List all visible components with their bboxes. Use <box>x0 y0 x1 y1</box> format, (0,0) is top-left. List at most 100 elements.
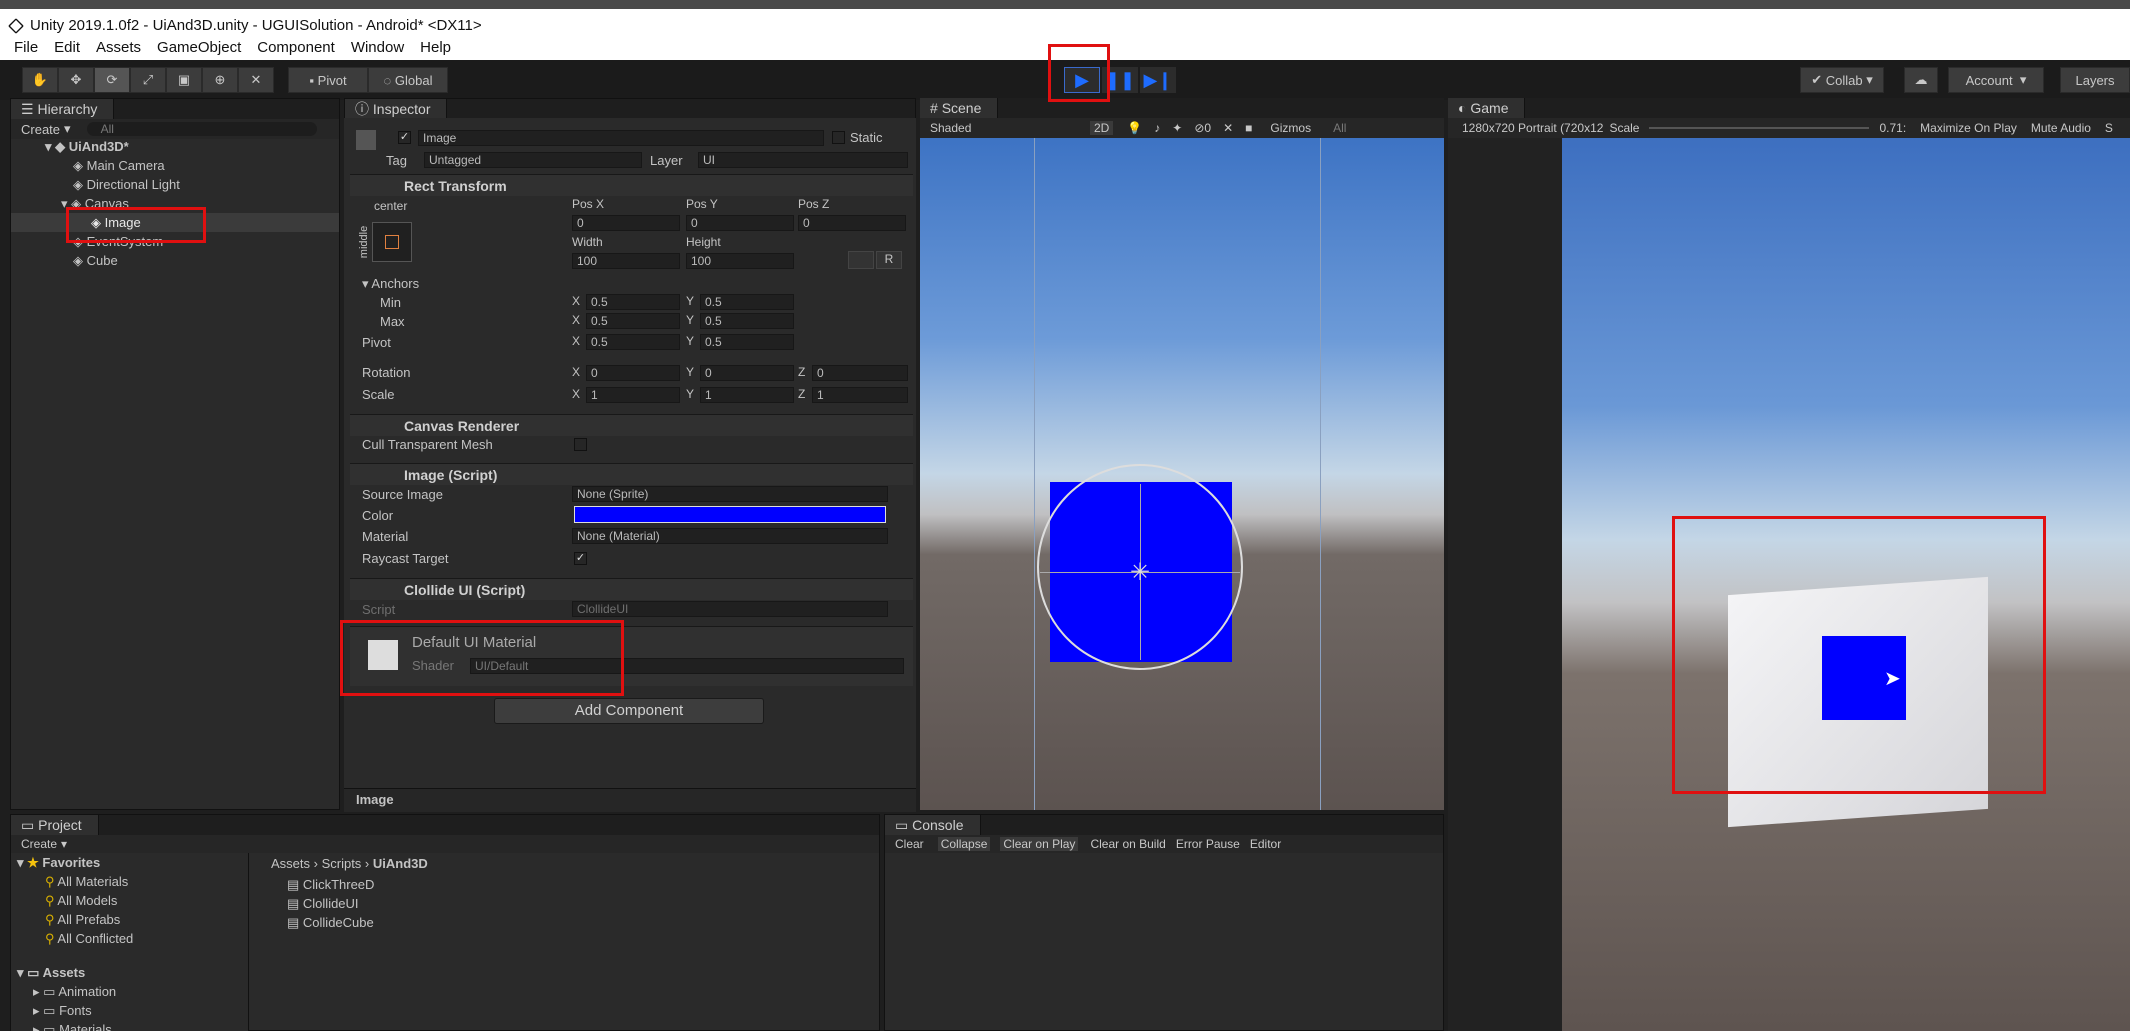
hand-tool-icon[interactable]: ✋ <box>22 67 58 93</box>
pivot-y-field[interactable]: 0.5 <box>700 334 794 350</box>
color-swatch[interactable] <box>574 506 886 523</box>
object-name-field[interactable]: Image <box>418 130 824 146</box>
breadcrumb-assets[interactable]: Assets <box>271 856 310 871</box>
menu-edit[interactable]: Edit <box>54 39 80 56</box>
posz-field[interactable]: 0 <box>798 215 906 231</box>
layers-dropdown[interactable]: Layers <box>2060 67 2130 93</box>
folder-fonts[interactable]: ▸ ▭ Fonts <box>33 1003 92 1019</box>
posy-field[interactable]: 0 <box>686 215 794 231</box>
camera-icon[interactable]: ■ <box>1245 121 1252 135</box>
file-collidecube[interactable]: ▤ CollideCube <box>287 915 374 931</box>
resolution-dropdown[interactable]: 1280x720 Portrait (720x12 <box>1462 121 1603 135</box>
rotation-z-field[interactable]: 0 <box>812 365 908 381</box>
breadcrumb-scripts[interactable]: Scripts <box>322 856 362 871</box>
rotate-tool-icon[interactable]: ⟳ <box>94 67 130 93</box>
hierarchy-item-main-camera[interactable]: ◈ Main Camera <box>73 158 165 174</box>
collide-script-header[interactable]: Clollide UI (Script) <box>350 578 913 600</box>
scale-y-field[interactable]: 1 <box>700 387 794 403</box>
folder-animation[interactable]: ▸ ▭ Animation <box>33 984 116 1000</box>
menu-component[interactable]: Component <box>257 39 335 56</box>
static-checkbox[interactable] <box>832 131 845 144</box>
hierarchy-item-cube[interactable]: ◈ Cube <box>73 253 118 269</box>
custom-tool-icon[interactable]: ✕ <box>238 67 274 93</box>
shading-mode-dropdown[interactable]: Shaded <box>930 121 1080 135</box>
scene-root-item[interactable]: ▾ ◆ UiAnd3D* <box>45 139 129 155</box>
height-field[interactable]: 100 <box>686 253 794 269</box>
global-toggle[interactable]: ◌ Global <box>368 67 448 93</box>
play-button[interactable]: ▶ <box>1064 67 1100 93</box>
anchor-min-y-field[interactable]: 0.5 <box>700 294 794 310</box>
blueprint-button[interactable] <box>848 251 874 269</box>
folder-materials[interactable]: ▸ ▭ Materials <box>33 1022 112 1031</box>
game-tab[interactable]: ◐ Game <box>1448 98 1526 118</box>
console-clear-button[interactable]: Clear <box>895 837 924 851</box>
console-clear-on-play-button[interactable]: Clear on Play <box>1000 837 1079 851</box>
anchors-foldout[interactable]: ▾ Anchors <box>362 276 419 292</box>
hierarchy-search-input[interactable]: All <box>86 122 317 136</box>
project-create-button[interactable]: Create <box>21 837 57 851</box>
cull-checkbox[interactable] <box>574 438 587 451</box>
source-image-field[interactable]: None (Sprite) <box>572 486 888 502</box>
file-clollideui[interactable]: ▤ ClollideUI <box>287 896 359 912</box>
layer-dropdown[interactable]: UI <box>698 152 908 168</box>
material-field[interactable]: None (Material) <box>572 528 888 544</box>
maximize-on-play-toggle[interactable]: Maximize On Play <box>1920 121 2017 135</box>
lighting-icon[interactable]: 💡 <box>1127 121 1142 135</box>
scene-search-input[interactable]: All <box>1333 121 1346 135</box>
breadcrumb-uiand3d[interactable]: UiAnd3D <box>373 856 428 871</box>
mute-audio-toggle[interactable]: Mute Audio <box>2031 121 2091 135</box>
hierarchy-item-image[interactable]: ◈ Image <box>91 215 141 231</box>
2d-toggle[interactable]: 2D <box>1090 121 1114 135</box>
assets-foldout[interactable]: ▾ ▭ Assets <box>17 965 85 981</box>
collab-button[interactable]: ✔ Collab ▾ <box>1800 67 1884 93</box>
scale-z-field[interactable]: 1 <box>812 387 908 403</box>
hierarchy-item-directional-light[interactable]: ◈ Directional Light <box>73 177 180 193</box>
stats-toggle[interactable]: S <box>2105 121 2113 135</box>
rotation-x-field[interactable]: 0 <box>586 365 680 381</box>
menu-file[interactable]: File <box>14 39 38 56</box>
move-tool-icon[interactable]: ✥ <box>58 67 94 93</box>
scene-tab[interactable]: # Scene <box>920 98 999 118</box>
hierarchy-tab[interactable]: ☰ Hierarchy <box>11 99 115 119</box>
menu-window[interactable]: Window <box>351 39 404 56</box>
menu-assets[interactable]: Assets <box>96 39 141 56</box>
scale-slider[interactable] <box>1649 127 1870 129</box>
shader-dropdown[interactable]: UI/Default <box>470 658 904 674</box>
raw-edit-button[interactable]: R <box>876 251 902 269</box>
fav-all-materials[interactable]: ⚲ All Materials <box>45 874 128 890</box>
console-tab[interactable]: ▭ Console <box>885 815 981 835</box>
scene-viewport[interactable]: ✳ <box>920 138 1444 810</box>
console-editor-dropdown[interactable]: Editor <box>1250 837 1281 851</box>
effects-icon[interactable]: ✦ <box>1172 121 1182 135</box>
project-tab[interactable]: ▭ Project <box>11 815 99 835</box>
posx-field[interactable]: 0 <box>572 215 680 231</box>
tools-icon[interactable]: ✕ <box>1223 121 1233 135</box>
cloud-icon[interactable]: ☁ <box>1904 67 1938 93</box>
anchor-min-x-field[interactable]: 0.5 <box>586 294 680 310</box>
transform-tool-icon[interactable]: ⊕ <box>202 67 238 93</box>
gizmos-dropdown[interactable]: Gizmos <box>1270 121 1311 135</box>
scale-x-field[interactable]: 1 <box>586 387 680 403</box>
console-clear-on-build-button[interactable]: Clear on Build <box>1090 837 1165 851</box>
fav-all-prefabs[interactable]: ⚲ All Prefabs <box>45 912 120 928</box>
active-checkbox[interactable]: ✓ <box>398 131 411 144</box>
menu-help[interactable]: Help <box>420 39 451 56</box>
width-field[interactable]: 100 <box>572 253 680 269</box>
tag-dropdown[interactable]: Untagged <box>424 152 642 168</box>
rect-tool-icon[interactable]: ▣ <box>166 67 202 93</box>
favorites-foldout[interactable]: ▾ ★ Favorites <box>17 855 100 871</box>
console-error-pause-button[interactable]: Error Pause <box>1176 837 1240 851</box>
anchor-max-x-field[interactable]: 0.5 <box>586 313 680 329</box>
step-button[interactable]: ▶❙ <box>1140 67 1176 93</box>
hidden-objects-icon[interactable]: ⊘ <box>1194 121 1204 135</box>
anchor-max-y-field[interactable]: 0.5 <box>700 313 794 329</box>
console-collapse-button[interactable]: Collapse <box>937 837 991 851</box>
fav-all-models[interactable]: ⚲ All Models <box>45 893 117 909</box>
raycast-checkbox[interactable]: ✓ <box>574 552 587 565</box>
scale-tool-icon[interactable]: ⤢ <box>130 67 166 93</box>
canvas-renderer-header[interactable]: Canvas Renderer <box>350 414 913 436</box>
pivot-toggle[interactable]: ▪ Pivot <box>288 67 368 93</box>
account-dropdown[interactable]: Account ▾ <box>1948 67 2044 93</box>
inspector-tab[interactable]: ⓘ Inspector <box>345 99 448 119</box>
menu-gameobject[interactable]: GameObject <box>157 39 241 56</box>
